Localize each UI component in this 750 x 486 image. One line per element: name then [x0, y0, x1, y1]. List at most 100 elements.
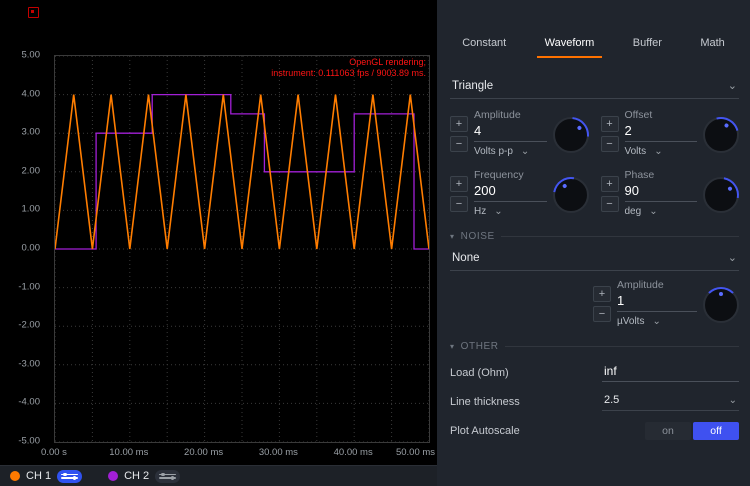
phase-value[interactable]: 90 — [625, 181, 698, 202]
plot-canvas — [55, 56, 429, 442]
offset-increment-button[interactable]: + — [601, 116, 619, 132]
parameter-grid: + − Amplitude 4 Volts p-p ⌄ — [450, 109, 739, 217]
chevron-down-icon: ⌄ — [649, 208, 657, 215]
section-collapse-icon: ▾ — [450, 342, 455, 351]
chevron-down-icon: ⌄ — [729, 397, 737, 404]
y-tick-label: 3.00 — [0, 127, 40, 138]
param-amplitude: + − Amplitude 4 Volts p-p ⌄ — [450, 109, 589, 157]
y-tick-label: -5.00 — [0, 436, 40, 447]
frequency-value[interactable]: 200 — [474, 181, 547, 202]
plot-autoscale-row: Plot Autoscale on off — [450, 422, 739, 440]
noise-amplitude-unit-value: µVolts — [617, 316, 644, 327]
tab-buffer[interactable]: Buffer — [631, 32, 664, 58]
noise-section-header[interactable]: ▾ NOISE — [450, 231, 739, 242]
frequency-knob[interactable] — [553, 177, 589, 213]
chevron-down-icon: ⌄ — [728, 254, 737, 262]
offset-knob[interactable] — [703, 117, 739, 153]
render-stats-line2: instrument: 0.111063 fps / 9003.89 ms. — [271, 68, 426, 79]
line-thickness-select[interactable]: 2.5 ⌄ — [602, 393, 739, 411]
render-stats-overlay: OpenGL rendering; instrument: 0.111063 f… — [271, 57, 426, 79]
frequency-unit-select[interactable]: Hz ⌄ — [474, 206, 547, 217]
noise-type-select[interactable]: None ⌄ — [450, 248, 739, 271]
y-tick-label: 4.00 — [0, 88, 40, 99]
channel-bar: CH 1 CH 2 — [0, 465, 437, 486]
amplitude-increment-button[interactable]: + — [450, 116, 468, 132]
render-stats-line1: OpenGL rendering; — [271, 57, 426, 68]
load-row: Load (Ohm) inf — [450, 363, 739, 382]
phase-increment-button[interactable]: + — [601, 176, 619, 192]
ch2-settings-icon[interactable] — [155, 470, 180, 483]
offset-decrement-button[interactable]: − — [601, 136, 619, 152]
other-section-header[interactable]: ▾ OTHER — [450, 341, 739, 352]
waveform-type-select[interactable]: Triangle ⌄ — [450, 76, 739, 99]
amplitude-value[interactable]: 4 — [474, 121, 547, 142]
load-input[interactable]: inf — [602, 363, 739, 382]
noise-amplitude-knob[interactable] — [703, 287, 739, 323]
param-noise-amplitude: + − Amplitude 1 µVolts ⌄ — [593, 279, 739, 327]
tab-constant[interactable]: Constant — [460, 32, 508, 58]
plot-autoscale-toggle: on off — [645, 422, 739, 440]
tab-math[interactable]: Math — [698, 32, 726, 58]
frequency-unit-value: Hz — [474, 206, 486, 217]
amplitude-knob[interactable] — [553, 117, 589, 153]
y-tick-label: -2.00 — [0, 320, 40, 331]
chevron-down-icon: ⌄ — [654, 148, 662, 155]
ch2-label: CH 2 — [124, 470, 149, 482]
noise-amplitude-value[interactable]: 1 — [617, 291, 697, 312]
plot-panel: OpenGL rendering; instrument: 0.111063 f… — [0, 0, 437, 465]
offset-unit-value: Volts — [625, 146, 647, 157]
y-tick-label: 5.00 — [0, 50, 40, 61]
autoscale-off-button[interactable]: off — [693, 422, 739, 440]
ch2-color-dot[interactable] — [108, 471, 118, 481]
tab-waveform[interactable]: Waveform — [543, 32, 597, 58]
noise-amplitude-increment-button[interactable]: + — [593, 286, 611, 302]
section-collapse-icon: ▾ — [450, 232, 455, 241]
line-thickness-label: Line thickness — [450, 396, 602, 408]
phase-decrement-button[interactable]: − — [601, 196, 619, 212]
x-tick-label: 30.00 ms — [259, 447, 298, 458]
line-thickness-row: Line thickness 2.5 ⌄ — [450, 393, 739, 411]
phase-label: Phase — [625, 169, 698, 181]
chevron-down-icon: ⌄ — [494, 208, 502, 215]
y-tick-label: -1.00 — [0, 281, 40, 292]
signal-generator-window: OpenGL rendering; instrument: 0.111063 f… — [0, 0, 750, 486]
offset-label: Offset — [625, 109, 698, 121]
y-tick-label: -4.00 — [0, 397, 40, 408]
frequency-decrement-button[interactable]: − — [450, 196, 468, 212]
param-offset: + − Offset 2 Volts ⌄ — [601, 109, 740, 157]
frequency-label: Frequency — [474, 169, 547, 181]
y-tick-label: 2.00 — [0, 165, 40, 176]
x-tick-label: 20.00 ms — [184, 447, 223, 458]
detach-plot-icon[interactable] — [28, 7, 39, 18]
plot-autoscale-label: Plot Autoscale — [450, 425, 602, 437]
noise-amplitude-row: + − Amplitude 1 µVolts ⌄ — [450, 279, 739, 327]
noise-type-value: None — [452, 252, 480, 264]
param-phase: + − Phase 90 deg ⌄ — [601, 169, 740, 217]
offset-unit-select[interactable]: Volts ⌄ — [625, 146, 698, 157]
chevron-down-icon: ⌄ — [521, 148, 529, 155]
phase-unit-select[interactable]: deg ⌄ — [625, 206, 698, 217]
frequency-increment-button[interactable]: + — [450, 176, 468, 192]
amplitude-unit-value: Volts p-p — [474, 146, 513, 157]
x-tick-label: 40.00 ms — [334, 447, 373, 458]
ch1-settings-icon[interactable] — [57, 470, 82, 483]
autoscale-on-button[interactable]: on — [645, 422, 691, 440]
ch1-color-dot[interactable] — [10, 471, 20, 481]
waveform-plot[interactable]: OpenGL rendering; instrument: 0.111063 f… — [54, 55, 430, 443]
noise-amplitude-decrement-button[interactable]: − — [593, 306, 611, 322]
x-tick-label: 10.00 ms — [109, 447, 148, 458]
waveform-tab-content: Triangle ⌄ + − Amplitude 4 Volts p-p ⌄ — [437, 76, 750, 440]
chevron-down-icon: ⌄ — [728, 82, 737, 90]
amplitude-unit-select[interactable]: Volts p-p ⌄ — [474, 146, 547, 157]
load-label: Load (Ohm) — [450, 367, 602, 379]
phase-knob[interactable] — [703, 177, 739, 213]
noise-section-title: NOISE — [461, 231, 495, 242]
chevron-down-icon: ⌄ — [652, 318, 660, 325]
noise-amplitude-label: Amplitude — [617, 279, 697, 291]
amplitude-decrement-button[interactable]: − — [450, 136, 468, 152]
phase-unit-value: deg — [625, 206, 642, 217]
controls-panel: Constant Waveform Buffer Math Triangle ⌄… — [437, 0, 750, 486]
noise-amplitude-unit-select[interactable]: µVolts ⌄ — [617, 316, 697, 327]
offset-value[interactable]: 2 — [625, 121, 698, 142]
x-tick-label: 0.00 s — [41, 447, 67, 458]
